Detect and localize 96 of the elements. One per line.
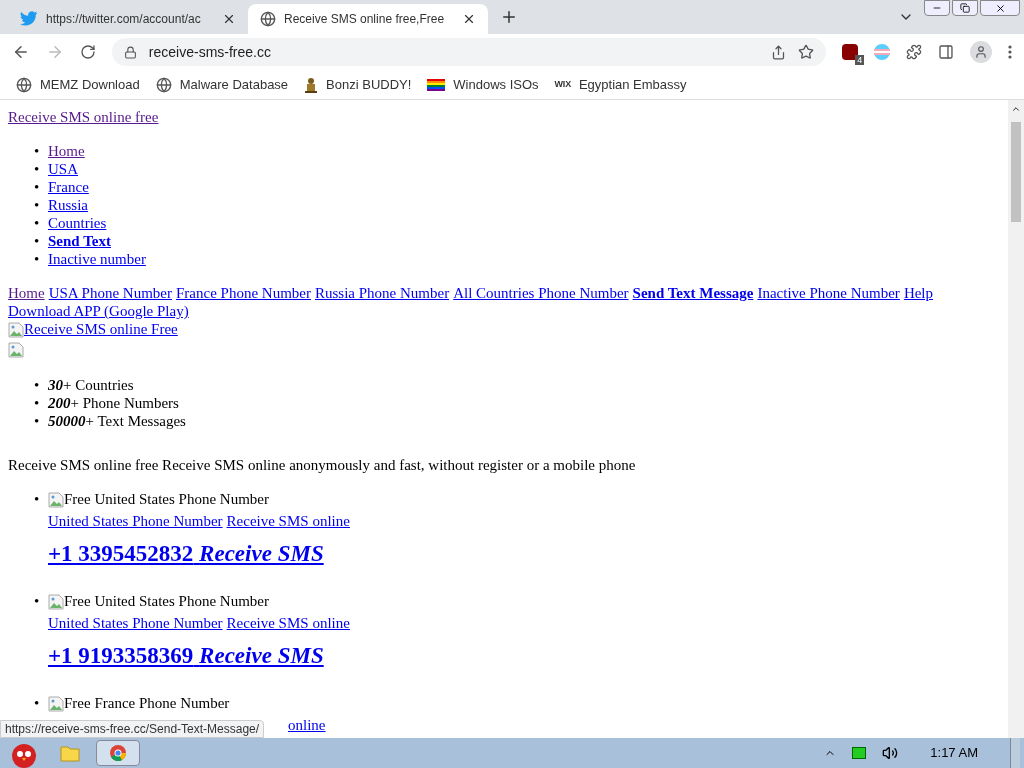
- lock-icon: [123, 45, 137, 59]
- scroll-up-icon: [1011, 104, 1021, 114]
- stat-text: 50000+ Text Messages: [48, 412, 186, 430]
- link[interactable]: Countries: [48, 214, 107, 232]
- extension-badge: 4: [855, 55, 865, 65]
- tab-title: https://twitter.com/account/ac: [46, 11, 202, 28]
- broken-image-icon: [8, 322, 24, 338]
- chrome-taskbar-button[interactable]: [96, 740, 140, 766]
- broken-image-icon: [8, 342, 24, 358]
- image-alt-text: Free United States Phone Number: [48, 490, 269, 508]
- tab-title: Receive SMS online free,Free: [284, 11, 446, 28]
- stat-text: 200+ Phone Numbers: [48, 394, 179, 412]
- bullet: •: [34, 214, 41, 232]
- globe-icon: [260, 11, 276, 27]
- link[interactable]: Help: [903, 284, 934, 302]
- link[interactable]: Receive SMS online free: [8, 109, 159, 125]
- menu-icon: [1008, 45, 1012, 59]
- bullet: •: [34, 160, 41, 178]
- profile-avatar[interactable]: [970, 41, 992, 63]
- puzzle-icon: [906, 44, 923, 60]
- stat-text: 30+ Countries: [48, 376, 134, 394]
- restore-icon: [960, 3, 970, 13]
- phone-number-link[interactable]: +1 3395452832 Receive SMS: [48, 540, 350, 568]
- broken-image-icon: [48, 492, 64, 508]
- broken-image-icon: [48, 696, 64, 712]
- bullet: •: [34, 394, 41, 412]
- scrollbar[interactable]: [1008, 100, 1024, 738]
- browser-tab[interactable]: Receive SMS online free,Free: [248, 4, 488, 34]
- image-alt-text: Free France Phone Number: [48, 694, 230, 712]
- link[interactable]: United States Phone Number: [48, 512, 223, 530]
- bookmark[interactable]: Windows ISOs: [427, 74, 539, 95]
- share-icon: [771, 44, 787, 60]
- bookmark[interactable]: Bonzi BUDDY!: [304, 74, 412, 95]
- new-tab-icon: [500, 8, 518, 26]
- link[interactable]: Russia: [48, 196, 88, 214]
- striped-circle-icon: [874, 44, 891, 60]
- close-icon: [222, 12, 236, 26]
- link[interactable]: Download APP (Google Play): [8, 302, 189, 320]
- figure-icon: [304, 76, 319, 93]
- bookmark[interactable]: Malware Database: [155, 74, 289, 95]
- broken-image-icon: [48, 594, 64, 610]
- status-url: https://receive-sms-free.cc/Send-Text-Message/: [0, 720, 265, 738]
- link[interactable]: Receive SMS online: [226, 512, 350, 530]
- shield-extension-icon[interactable]: [842, 44, 859, 60]
- address-bar[interactable]: receive-sms-free.cc: [111, 38, 827, 66]
- bookmark[interactable]: WIX Egyptian Embassy: [554, 74, 687, 95]
- bird-icon: [20, 11, 38, 27]
- scrollbar-thumb[interactable]: [1011, 122, 1021, 222]
- back-icon: [12, 43, 30, 61]
- link[interactable]: France: [48, 178, 89, 196]
- link[interactable]: Inactive Phone Number: [757, 284, 900, 302]
- phone-number-link[interactable]: +1 9193358369 Receive SMS: [48, 642, 350, 670]
- link[interactable]: Inactive number: [48, 250, 146, 268]
- globe-icon: [16, 76, 32, 93]
- clock: 1:17 AM: [930, 744, 978, 763]
- link[interactable]: Russia Phone Number: [315, 284, 450, 302]
- bullet: •: [34, 376, 41, 394]
- link[interactable]: Home: [8, 284, 45, 302]
- bullet: •: [34, 196, 41, 214]
- bullet: •: [34, 232, 41, 250]
- link[interactable]: Receive SMS online: [226, 614, 350, 632]
- bullet: •: [34, 142, 41, 160]
- link[interactable]: Send Text Message: [632, 284, 754, 302]
- link[interactable]: France Phone Number: [176, 284, 311, 302]
- bullet: •: [34, 178, 41, 196]
- browser-tab[interactable]: https://twitter.com/account/ac: [8, 4, 248, 34]
- globe-icon: [155, 76, 172, 93]
- link[interactable]: Send Text: [48, 232, 111, 250]
- star-icon: [798, 44, 815, 60]
- close-icon: [994, 2, 1006, 14]
- network-icon: [852, 747, 867, 759]
- bullet: •: [34, 490, 41, 509]
- side-panel-icon: [938, 44, 955, 60]
- wix-logo: WIX: [554, 77, 571, 91]
- bullet: •: [34, 412, 41, 430]
- image-alt-text: Free United States Phone Number: [48, 592, 269, 610]
- bullet: •: [34, 250, 41, 268]
- link[interactable]: USA: [48, 160, 78, 178]
- link[interactable]: All Countries Phone Number: [453, 284, 629, 302]
- close-icon: [462, 12, 476, 26]
- intro-text: Receive SMS online free Receive SMS online anonymously and fast, without register or a mobile phone: [8, 456, 637, 474]
- volume-icon: [882, 745, 899, 761]
- reload-icon: [79, 44, 96, 60]
- restore-button[interactable]: [952, 0, 978, 16]
- link[interactable]: United States Phone Number: [48, 614, 223, 632]
- folder-icon: [60, 744, 80, 762]
- browser-icon: [110, 745, 126, 761]
- close-window-button[interactable]: [980, 0, 1020, 16]
- link[interactable]: USA Phone Number: [48, 284, 172, 302]
- bookmark[interactable]: MEMZ Download: [16, 74, 140, 95]
- logo-link[interactable]: Receive SMS online Free: [8, 320, 178, 338]
- link[interactable]: Home: [48, 142, 85, 160]
- bullet: •: [34, 592, 41, 611]
- link[interactable]: online: [288, 716, 326, 734]
- rainbow-flag-icon: [427, 77, 446, 92]
- url-text: receive-sms-free.cc: [148, 42, 272, 62]
